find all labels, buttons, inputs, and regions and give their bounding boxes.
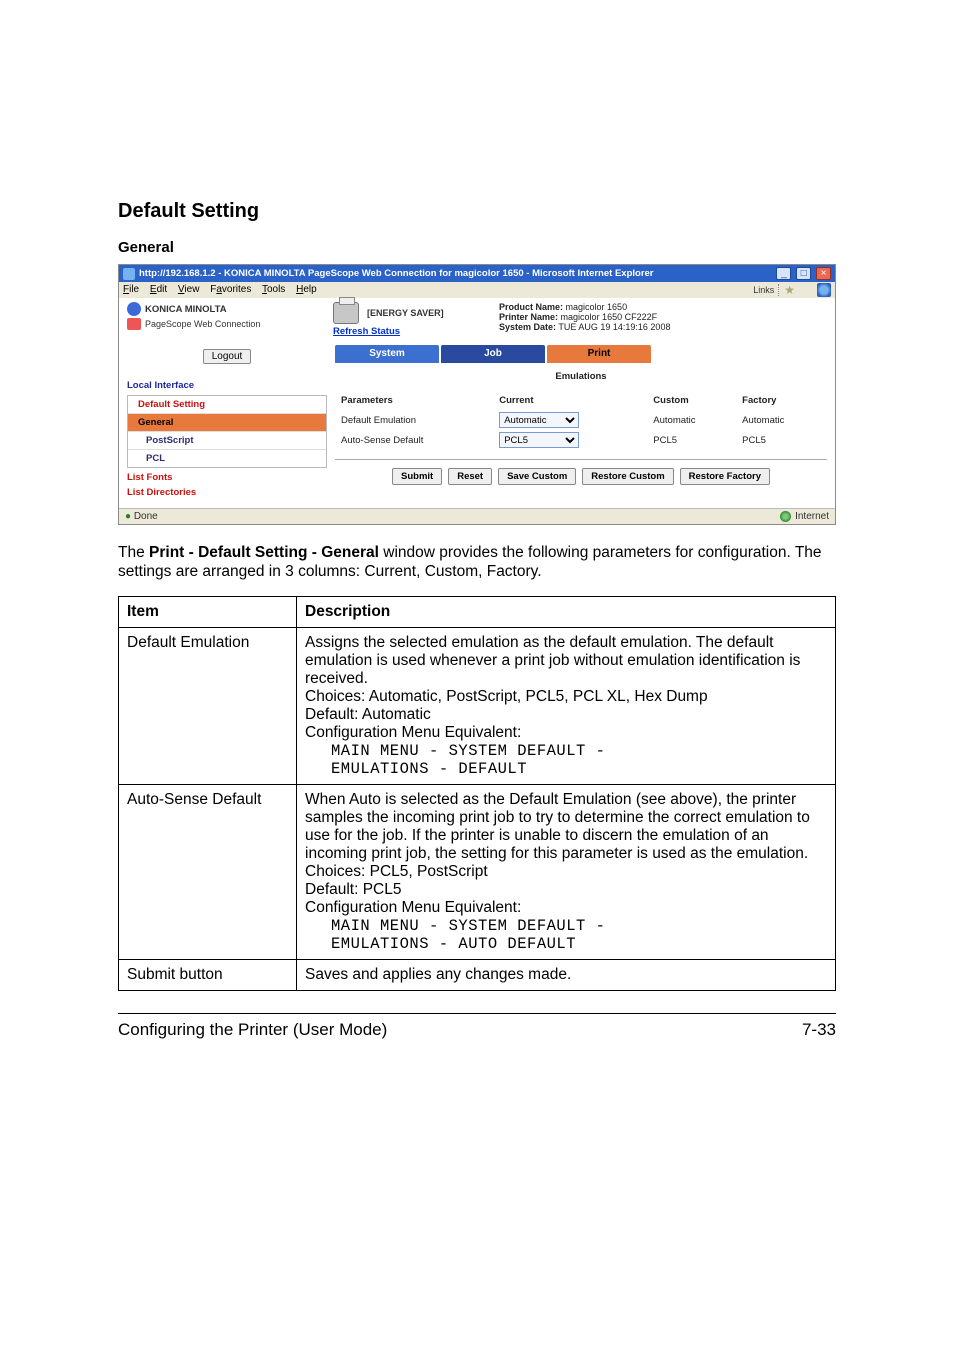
sidebar-item-pcl[interactable]: PCL [128,450,326,467]
restore-custom-button[interactable]: Restore Custom [582,468,673,485]
system-date-label: System Date: [499,322,556,332]
menu-tools[interactable]: Tools [262,284,285,295]
ie-window: http://192.168.1.2 - KONICA MINOLTA Page… [118,264,836,525]
minimize-button[interactable]: _ [776,267,791,280]
sidebar-item-default-setting[interactable]: Default Setting [128,396,326,414]
action-row: Submit Reset Save Custom Restore Custom … [335,468,827,485]
auto-sense-factory: PCL5 [738,431,825,449]
maximize-button[interactable]: □ [796,267,811,280]
system-date-value: TUE AUG 19 14:19:16 2008 [558,322,670,332]
brand-name: KONICA MINOLTA [145,304,227,315]
page-header-strip: KONICA MINOLTA PageScope Web Connection … [119,298,835,345]
param-auto-sense-label: Auto-Sense Default [337,431,493,449]
save-custom-button[interactable]: Save Custom [498,468,576,485]
col-custom: Custom [649,394,736,409]
table-row: Default Emulation Automatic Automatic Au… [337,411,825,429]
description-table: Item Description Default Emulation Assig… [118,596,836,991]
th-item: Item [119,596,297,627]
sidebar-item-general[interactable]: General [128,414,326,432]
subsection-heading: General [118,239,836,256]
reset-button[interactable]: Reset [448,468,492,485]
footer-rule [118,1013,836,1014]
menubar: FFileile Edit View Favorites Tools Help … [119,282,835,298]
desc-default-emulation: Assigns the selected emulation as the de… [297,627,836,784]
internet-zone-text: Internet [795,511,829,522]
sidebar-link-list-directories[interactable]: List Directories [127,487,327,498]
section-heading: Default Setting [118,200,836,223]
menu-help[interactable]: Help [296,284,317,295]
sidebar-item-postscript[interactable]: PostScript [128,432,326,450]
table-row: Auto-Sense Default When Auto is selected… [119,784,836,959]
sidebar-link-list-fonts[interactable]: List Fonts [127,472,327,483]
panel-title-emulations: Emulations [335,371,827,382]
col-factory: Factory [738,394,825,409]
pagescope-logo-icon [127,318,141,330]
col-parameters: Parameters [337,394,493,409]
auto-sense-select[interactable]: PCL5 [499,432,579,448]
tab-print[interactable]: Print [547,345,651,363]
footer-left: Configuring the Printer (User Mode) [118,1020,387,1040]
th-description: Description [297,596,836,627]
default-emulation-custom: Automatic [649,411,736,429]
status-done-text: Done [134,511,158,522]
toolbar-divider [778,284,780,296]
sidebar-header-local-interface[interactable]: Local Interface [127,380,327,391]
auto-sense-custom: PCL5 [649,431,736,449]
tab-row: System Job Print [335,345,827,363]
window-controls: _ □ × [774,265,831,282]
table-row: Submit button Saves and applies any chan… [119,959,836,990]
product-name-label: Product Name: [499,302,563,312]
col-current: Current [495,394,647,409]
page-footer: Configuring the Printer (User Mode) 7-33 [118,1020,836,1040]
tab-job[interactable]: Job [441,345,545,363]
default-emulation-factory: Automatic [738,411,825,429]
menu-file[interactable]: FFileile [123,284,139,295]
internet-zone-icon [780,511,791,522]
printer-name-label: Printer Name: [499,312,558,322]
restore-factory-button[interactable]: Restore Factory [680,468,770,485]
konica-logo-icon [127,302,141,316]
table-row: Auto-Sense Default PCL5 PCL5 PCL5 [337,431,825,449]
status-done-icon: ● [125,511,131,522]
favorites-star-icon[interactable]: ★ [784,282,795,298]
table-row: Default Emulation Assigns the selected e… [119,627,836,784]
refresh-status-link[interactable]: Refresh Status [333,326,400,337]
window-title: http://192.168.1.2 - KONICA MINOLTA Page… [139,265,774,282]
ie-app-icon [123,268,135,280]
divider [335,459,827,460]
sidebar-group: Default Setting General PostScript PCL [127,395,327,468]
desc-submit-button: Saves and applies any changes made. [297,959,836,990]
tab-system[interactable]: System [335,345,439,363]
energy-saver-label: [ENERGY SAVER] [367,308,444,318]
item-submit-button: Submit button [119,959,297,990]
printer-name-value: magicolor 1650 CF222F [561,312,658,322]
default-emulation-select[interactable]: Automatic [499,412,579,428]
pagescope-label: PageScope Web Connection [145,319,260,329]
titlebar: http://192.168.1.2 - KONICA MINOLTA Page… [119,265,835,282]
ie-throbber-icon [817,283,831,297]
logout-button[interactable]: Logout [203,349,252,364]
item-default-emulation: Default Emulation [119,627,297,784]
product-name-value: magicolor 1650 [566,302,628,312]
footer-right: 7-33 [802,1020,836,1040]
statusbar: ● Done Internet [119,508,835,524]
intro-paragraph: The Print - Default Setting - General wi… [118,543,836,582]
param-default-emulation-label: Default Emulation [337,411,493,429]
menu-view[interactable]: View [178,284,200,295]
menu-favorites[interactable]: Favorites [210,284,251,295]
parameters-table: Parameters Current Custom Factory Defaul… [335,392,827,451]
desc-auto-sense: When Auto is selected as the Default Emu… [297,784,836,959]
close-button[interactable]: × [816,267,831,280]
printer-status-icon [333,302,359,324]
menu-edit[interactable]: Edit [150,284,167,295]
links-label[interactable]: Links [753,282,774,298]
item-auto-sense: Auto-Sense Default [119,784,297,959]
submit-button[interactable]: Submit [392,468,442,485]
